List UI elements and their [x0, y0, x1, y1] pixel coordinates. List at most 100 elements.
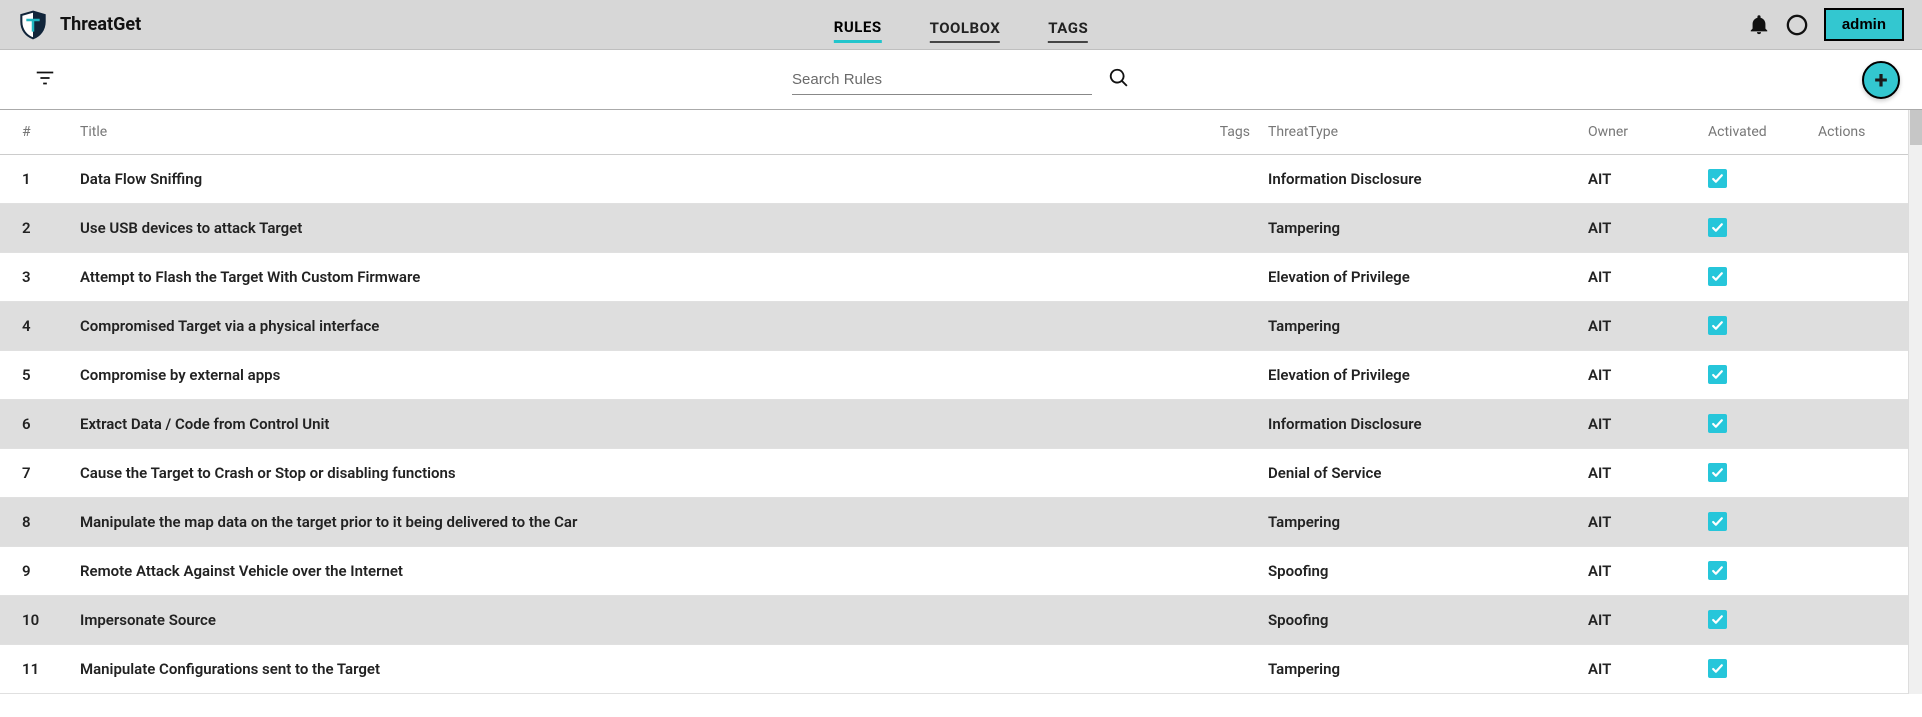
cell-tags — [1208, 204, 1268, 253]
cell-threat-type: Tampering — [1268, 302, 1588, 351]
cell-tags — [1208, 155, 1268, 204]
cell-num: 6 — [0, 400, 80, 449]
table-row[interactable]: 11Manipulate Configurations sent to the … — [0, 645, 1908, 694]
activated-checkbox[interactable] — [1708, 659, 1727, 678]
cell-threat-type: Elevation of Privilege — [1268, 253, 1588, 302]
table-row[interactable]: 1Data Flow Sniffing Information Disclosur… — [0, 155, 1908, 204]
cell-actions — [1818, 155, 1908, 204]
cell-tags — [1208, 449, 1268, 498]
activated-checkbox[interactable] — [1708, 610, 1727, 629]
cell-tags — [1208, 302, 1268, 351]
cell-title: Compromised Target via a physical interf… — [80, 302, 1208, 351]
table-header-row: # Title Tags ThreatType Owner Activated … — [0, 110, 1908, 155]
table-row[interactable]: 5Compromise by external appsElevation of… — [0, 351, 1908, 400]
table-row[interactable]: 2Use USB devices to attack Target Tamperi… — [0, 204, 1908, 253]
cell-title: Compromise by external apps — [80, 351, 1208, 400]
cell-threat-type: Tampering — [1268, 204, 1588, 253]
cell-activated — [1708, 596, 1818, 645]
rules-table-container: # Title Tags ThreatType Owner Activated … — [0, 110, 1922, 694]
cell-num: 11 — [0, 645, 80, 694]
cell-num: 7 — [0, 449, 80, 498]
cell-num: 8 — [0, 498, 80, 547]
cell-activated — [1708, 547, 1818, 596]
table-row[interactable]: 10Impersonate SourceSpoofingAIT — [0, 596, 1908, 645]
col-header-activated[interactable]: Activated — [1708, 110, 1818, 155]
cell-activated — [1708, 400, 1818, 449]
cell-actions — [1818, 253, 1908, 302]
filter-icon[interactable] — [34, 67, 56, 93]
cell-tags — [1208, 400, 1268, 449]
cell-actions — [1818, 498, 1908, 547]
cell-num: 3 — [0, 253, 80, 302]
cell-actions — [1818, 449, 1908, 498]
cell-owner: AIT — [1588, 302, 1708, 351]
col-header-actions[interactable]: Actions — [1818, 110, 1908, 155]
activated-checkbox[interactable] — [1708, 267, 1727, 286]
table-row[interactable]: 7Cause the Target to Crash or Stop or di… — [0, 449, 1908, 498]
activated-checkbox[interactable] — [1708, 169, 1727, 188]
cell-threat-type: Spoofing — [1268, 547, 1588, 596]
activated-checkbox[interactable] — [1708, 316, 1727, 335]
cell-title: Extract Data / Code from Control Unit — [80, 400, 1208, 449]
col-header-num[interactable]: # — [0, 110, 80, 155]
nav-tab-rules[interactable]: RULES — [834, 18, 882, 43]
cell-owner: AIT — [1588, 596, 1708, 645]
cell-title: Manipulate Configurations sent to the Ta… — [80, 645, 1208, 694]
activated-checkbox[interactable] — [1708, 561, 1727, 580]
col-header-owner[interactable]: Owner — [1588, 110, 1708, 155]
table-row[interactable]: 8Manipulate the map data on the target p… — [0, 498, 1908, 547]
cell-owner: AIT — [1588, 253, 1708, 302]
col-header-title[interactable]: Title — [80, 110, 1208, 155]
cell-title: Impersonate Source — [80, 596, 1208, 645]
cell-num: 1 — [0, 155, 80, 204]
table-row[interactable]: 9Remote Attack Against Vehicle over the … — [0, 547, 1908, 596]
cell-owner: AIT — [1588, 351, 1708, 400]
cell-num: 9 — [0, 547, 80, 596]
table-row[interactable]: 4Compromised Target via a physical inter… — [0, 302, 1908, 351]
cell-title: Use USB devices to attack Target — [80, 204, 1208, 253]
admin-button[interactable]: admin — [1824, 8, 1904, 41]
cell-tags — [1208, 596, 1268, 645]
activated-checkbox[interactable] — [1708, 414, 1727, 433]
cell-owner: AIT — [1588, 645, 1708, 694]
cell-threat-type: Information Disclosure — [1268, 155, 1588, 204]
search-input[interactable] — [792, 65, 1092, 95]
cell-activated — [1708, 449, 1818, 498]
cell-tags — [1208, 547, 1268, 596]
cell-activated — [1708, 351, 1818, 400]
activated-checkbox[interactable] — [1708, 218, 1727, 237]
cell-title: Data Flow Sniffing — [80, 155, 1208, 204]
activated-checkbox[interactable] — [1708, 463, 1727, 482]
cell-activated — [1708, 498, 1818, 547]
account-icon[interactable] — [1786, 14, 1808, 36]
col-header-type[interactable]: ThreatType — [1268, 110, 1588, 155]
search-icon[interactable] — [1108, 67, 1130, 93]
cell-threat-type: Tampering — [1268, 645, 1588, 694]
cell-actions — [1818, 204, 1908, 253]
cell-actions — [1818, 351, 1908, 400]
activated-checkbox[interactable] — [1708, 365, 1727, 384]
nav-tab-toolbox[interactable]: TOOLBOX — [930, 19, 1001, 43]
table-row[interactable]: 3Attempt to Flash the Target With Custom… — [0, 253, 1908, 302]
table-row[interactable]: 6Extract Data / Code from Control Unit In… — [0, 400, 1908, 449]
cell-actions — [1818, 547, 1908, 596]
app-header: ThreatGet RULESTOOLBOXTAGS admin — [0, 0, 1922, 50]
nav-tab-tags[interactable]: TAGS — [1048, 19, 1088, 43]
scrollbar-thumb[interactable] — [1910, 110, 1922, 145]
cell-tags — [1208, 351, 1268, 400]
notifications-icon[interactable] — [1748, 14, 1770, 36]
cell-threat-type: Information Disclosure — [1268, 400, 1588, 449]
cell-title: Attempt to Flash the Target With Custom … — [80, 253, 1208, 302]
scrollbar[interactable] — [1908, 110, 1922, 694]
cell-actions — [1818, 302, 1908, 351]
cell-threat-type: Spoofing — [1268, 596, 1588, 645]
col-header-tags[interactable]: Tags — [1208, 110, 1268, 155]
add-rule-button[interactable]: + — [1862, 61, 1900, 99]
app-logo-icon — [18, 10, 48, 40]
cell-owner: AIT — [1588, 449, 1708, 498]
cell-owner: AIT — [1588, 547, 1708, 596]
cell-activated — [1708, 253, 1818, 302]
cell-tags — [1208, 645, 1268, 694]
cell-num: 2 — [0, 204, 80, 253]
activated-checkbox[interactable] — [1708, 512, 1727, 531]
